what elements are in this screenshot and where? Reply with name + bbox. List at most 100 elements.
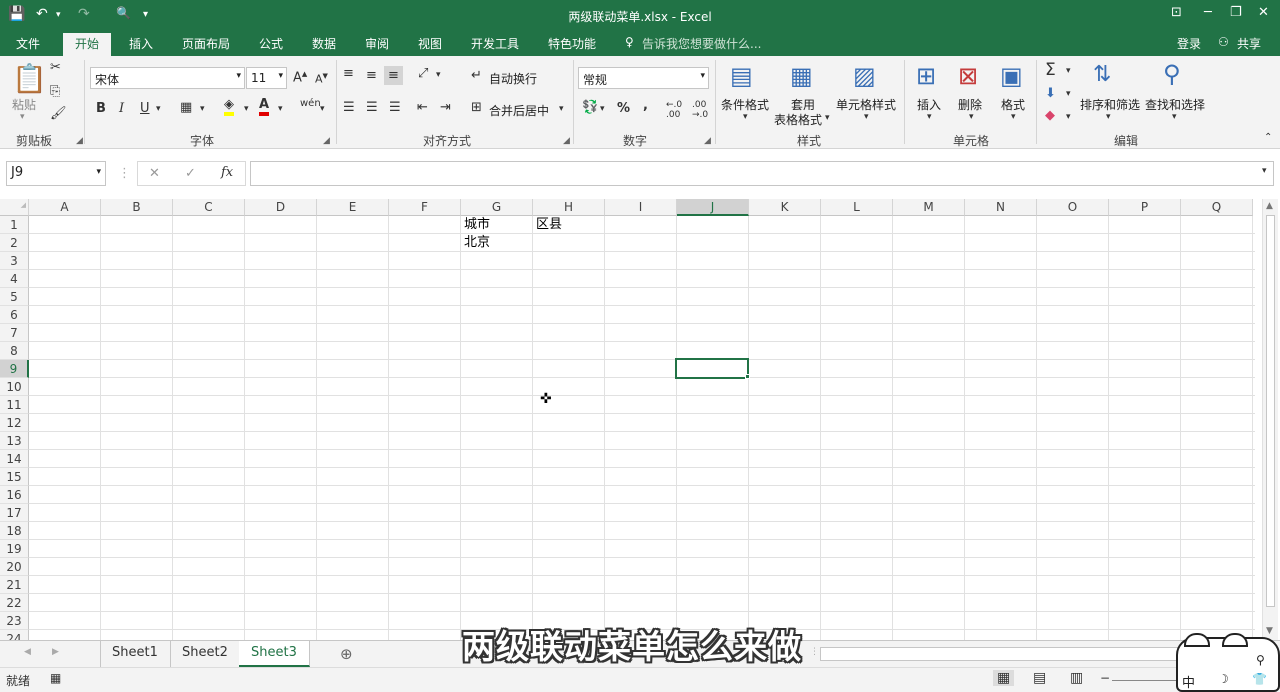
row-header-22[interactable]: 22: [0, 594, 29, 612]
search-icon[interactable]: ⚲: [1256, 653, 1265, 667]
increase-font-icon[interactable]: A▲: [293, 70, 307, 85]
alignment-launcher-icon[interactable]: ◢: [563, 136, 570, 146]
row-header-2[interactable]: 2: [0, 234, 29, 252]
tab-data[interactable]: 数据: [312, 35, 336, 52]
moon-icon[interactable]: ☽: [1218, 672, 1229, 686]
column-header-d[interactable]: D: [245, 199, 317, 216]
cell-styles-icon[interactable]: ▨: [853, 62, 876, 90]
row-header-16[interactable]: 16: [0, 486, 29, 504]
page-break-view-icon[interactable]: ▥: [1070, 670, 1083, 686]
delete-cells-button[interactable]: 删除: [958, 96, 982, 113]
row-header-11[interactable]: 11: [0, 396, 29, 414]
clear-icon[interactable]: ◆: [1045, 108, 1055, 123]
fill-handle[interactable]: [745, 374, 750, 379]
minimize-icon[interactable]: ─: [1204, 5, 1212, 20]
cancel-icon[interactable]: ✕: [149, 166, 160, 181]
align-center-icon[interactable]: ☰: [366, 100, 378, 115]
conditional-format-dropdown-icon[interactable]: ▾: [743, 112, 748, 122]
login-link[interactable]: 登录: [1177, 35, 1201, 52]
close-icon[interactable]: ✕: [1258, 5, 1269, 20]
row-header-6[interactable]: 6: [0, 306, 29, 324]
conditional-format-icon[interactable]: ▤: [730, 62, 753, 90]
find-select-dropdown-icon[interactable]: ▾: [1172, 112, 1177, 122]
column-header-a[interactable]: A: [29, 199, 101, 216]
shirt-icon[interactable]: 👕: [1252, 672, 1267, 686]
column-header-e[interactable]: E: [317, 199, 389, 216]
font-color-dropdown-icon[interactable]: ▾: [278, 104, 283, 114]
insert-dropdown-icon[interactable]: ▾: [927, 112, 932, 122]
bottom-align-icon[interactable]: ≡: [384, 66, 403, 85]
accounting-dropdown-icon[interactable]: ▾: [600, 104, 605, 114]
column-header-i[interactable]: I: [605, 199, 677, 216]
number-launcher-icon[interactable]: ◢: [704, 136, 711, 146]
conditional-format-button[interactable]: 条件格式: [721, 96, 769, 113]
format-cells-button[interactable]: 格式: [1001, 96, 1025, 113]
clear-dropdown-icon[interactable]: ▾: [1066, 112, 1071, 122]
autosum-dropdown-icon[interactable]: ▾: [1066, 66, 1071, 76]
cell-G1[interactable]: 城市: [461, 216, 490, 234]
page-layout-view-icon[interactable]: ▤: [1033, 670, 1046, 686]
align-left-icon[interactable]: ☰: [343, 100, 355, 115]
format-cells-icon[interactable]: ▣: [1000, 62, 1023, 90]
column-header-b[interactable]: B: [101, 199, 173, 216]
align-right-icon[interactable]: ☰: [389, 100, 401, 115]
ime-widget[interactable]: 中 ☽ 👕 ⚲: [1176, 633, 1280, 692]
row-header-12[interactable]: 12: [0, 414, 29, 432]
expand-formula-icon[interactable]: ▾: [1262, 166, 1267, 176]
vertical-scrollbar[interactable]: ▲ ▼: [1262, 199, 1278, 640]
column-header-j[interactable]: J: [677, 199, 749, 216]
find-select-icon[interactable]: ⚲: [1163, 60, 1181, 88]
tab-page-layout[interactable]: 页面布局: [182, 35, 230, 52]
sheet-tab-sheet1[interactable]: Sheet1: [100, 641, 171, 667]
sheet-tab-sheet3[interactable]: Sheet3: [239, 641, 310, 667]
tab-formulas[interactable]: 公式: [259, 35, 283, 52]
macro-record-icon[interactable]: ▦: [50, 671, 61, 685]
tab-home[interactable]: 开始: [63, 33, 112, 56]
row-header-13[interactable]: 13: [0, 432, 29, 450]
cut-icon[interactable]: ✂: [50, 60, 61, 75]
paste-button[interactable]: 粘贴: [12, 96, 36, 113]
column-header-o[interactable]: O: [1037, 199, 1109, 216]
row-header-10[interactable]: 10: [0, 378, 29, 396]
column-header-c[interactable]: C: [173, 199, 245, 216]
border-dropdown-icon[interactable]: ▾: [200, 104, 205, 114]
zoom-out-icon[interactable]: −: [1100, 671, 1110, 685]
tab-special-features[interactable]: 特色功能: [548, 35, 596, 52]
underline-dropdown-icon[interactable]: ▾: [156, 104, 161, 114]
row-header-18[interactable]: 18: [0, 522, 29, 540]
column-header-l[interactable]: L: [821, 199, 893, 216]
column-header-k[interactable]: K: [749, 199, 821, 216]
number-format-select[interactable]: 常规 ▾: [578, 67, 709, 89]
add-sheet-icon[interactable]: ⊕: [340, 645, 353, 663]
tell-me-box[interactable]: 告诉我您想要做什么...: [642, 35, 761, 52]
middle-align-icon[interactable]: ≡: [366, 68, 377, 83]
row-header-17[interactable]: 17: [0, 504, 29, 522]
column-header-f[interactable]: F: [389, 199, 461, 216]
font-size-select[interactable]: 11 ▾: [246, 67, 287, 89]
row-header-5[interactable]: 5: [0, 288, 29, 306]
fill-dropdown-icon[interactable]: ▾: [1066, 89, 1071, 99]
insert-cells-icon[interactable]: ⊞: [916, 62, 936, 90]
merge-dropdown-icon[interactable]: ▾: [559, 104, 564, 114]
active-cell-J9[interactable]: [675, 358, 749, 379]
table-format-icon[interactable]: ▦: [790, 62, 813, 90]
font-name-select[interactable]: 宋体 ▾: [90, 67, 245, 89]
sort-filter-icon[interactable]: ⇅: [1093, 62, 1111, 87]
collapse-ribbon-icon[interactable]: ⌃: [1264, 132, 1272, 143]
prev-sheet-icon[interactable]: ◀: [24, 647, 31, 657]
tab-file[interactable]: 文件: [16, 35, 40, 52]
column-header-g[interactable]: G: [461, 199, 533, 216]
tab-view[interactable]: 视图: [418, 35, 442, 52]
row-header-4[interactable]: 4: [0, 270, 29, 288]
table-format-button-line2[interactable]: 表格格式: [774, 111, 822, 128]
percent-button[interactable]: %: [617, 101, 630, 116]
formula-input[interactable]: [250, 161, 1274, 186]
row-header-9[interactable]: 9: [0, 360, 29, 378]
clipboard-launcher-icon[interactable]: ◢: [76, 136, 83, 146]
row-header-20[interactable]: 20: [0, 558, 29, 576]
column-header-m[interactable]: M: [893, 199, 965, 216]
bold-button[interactable]: B: [96, 101, 106, 116]
column-header-h[interactable]: H: [533, 199, 605, 216]
row-header-1[interactable]: 1: [0, 216, 29, 234]
insert-cells-button[interactable]: 插入: [917, 96, 941, 113]
